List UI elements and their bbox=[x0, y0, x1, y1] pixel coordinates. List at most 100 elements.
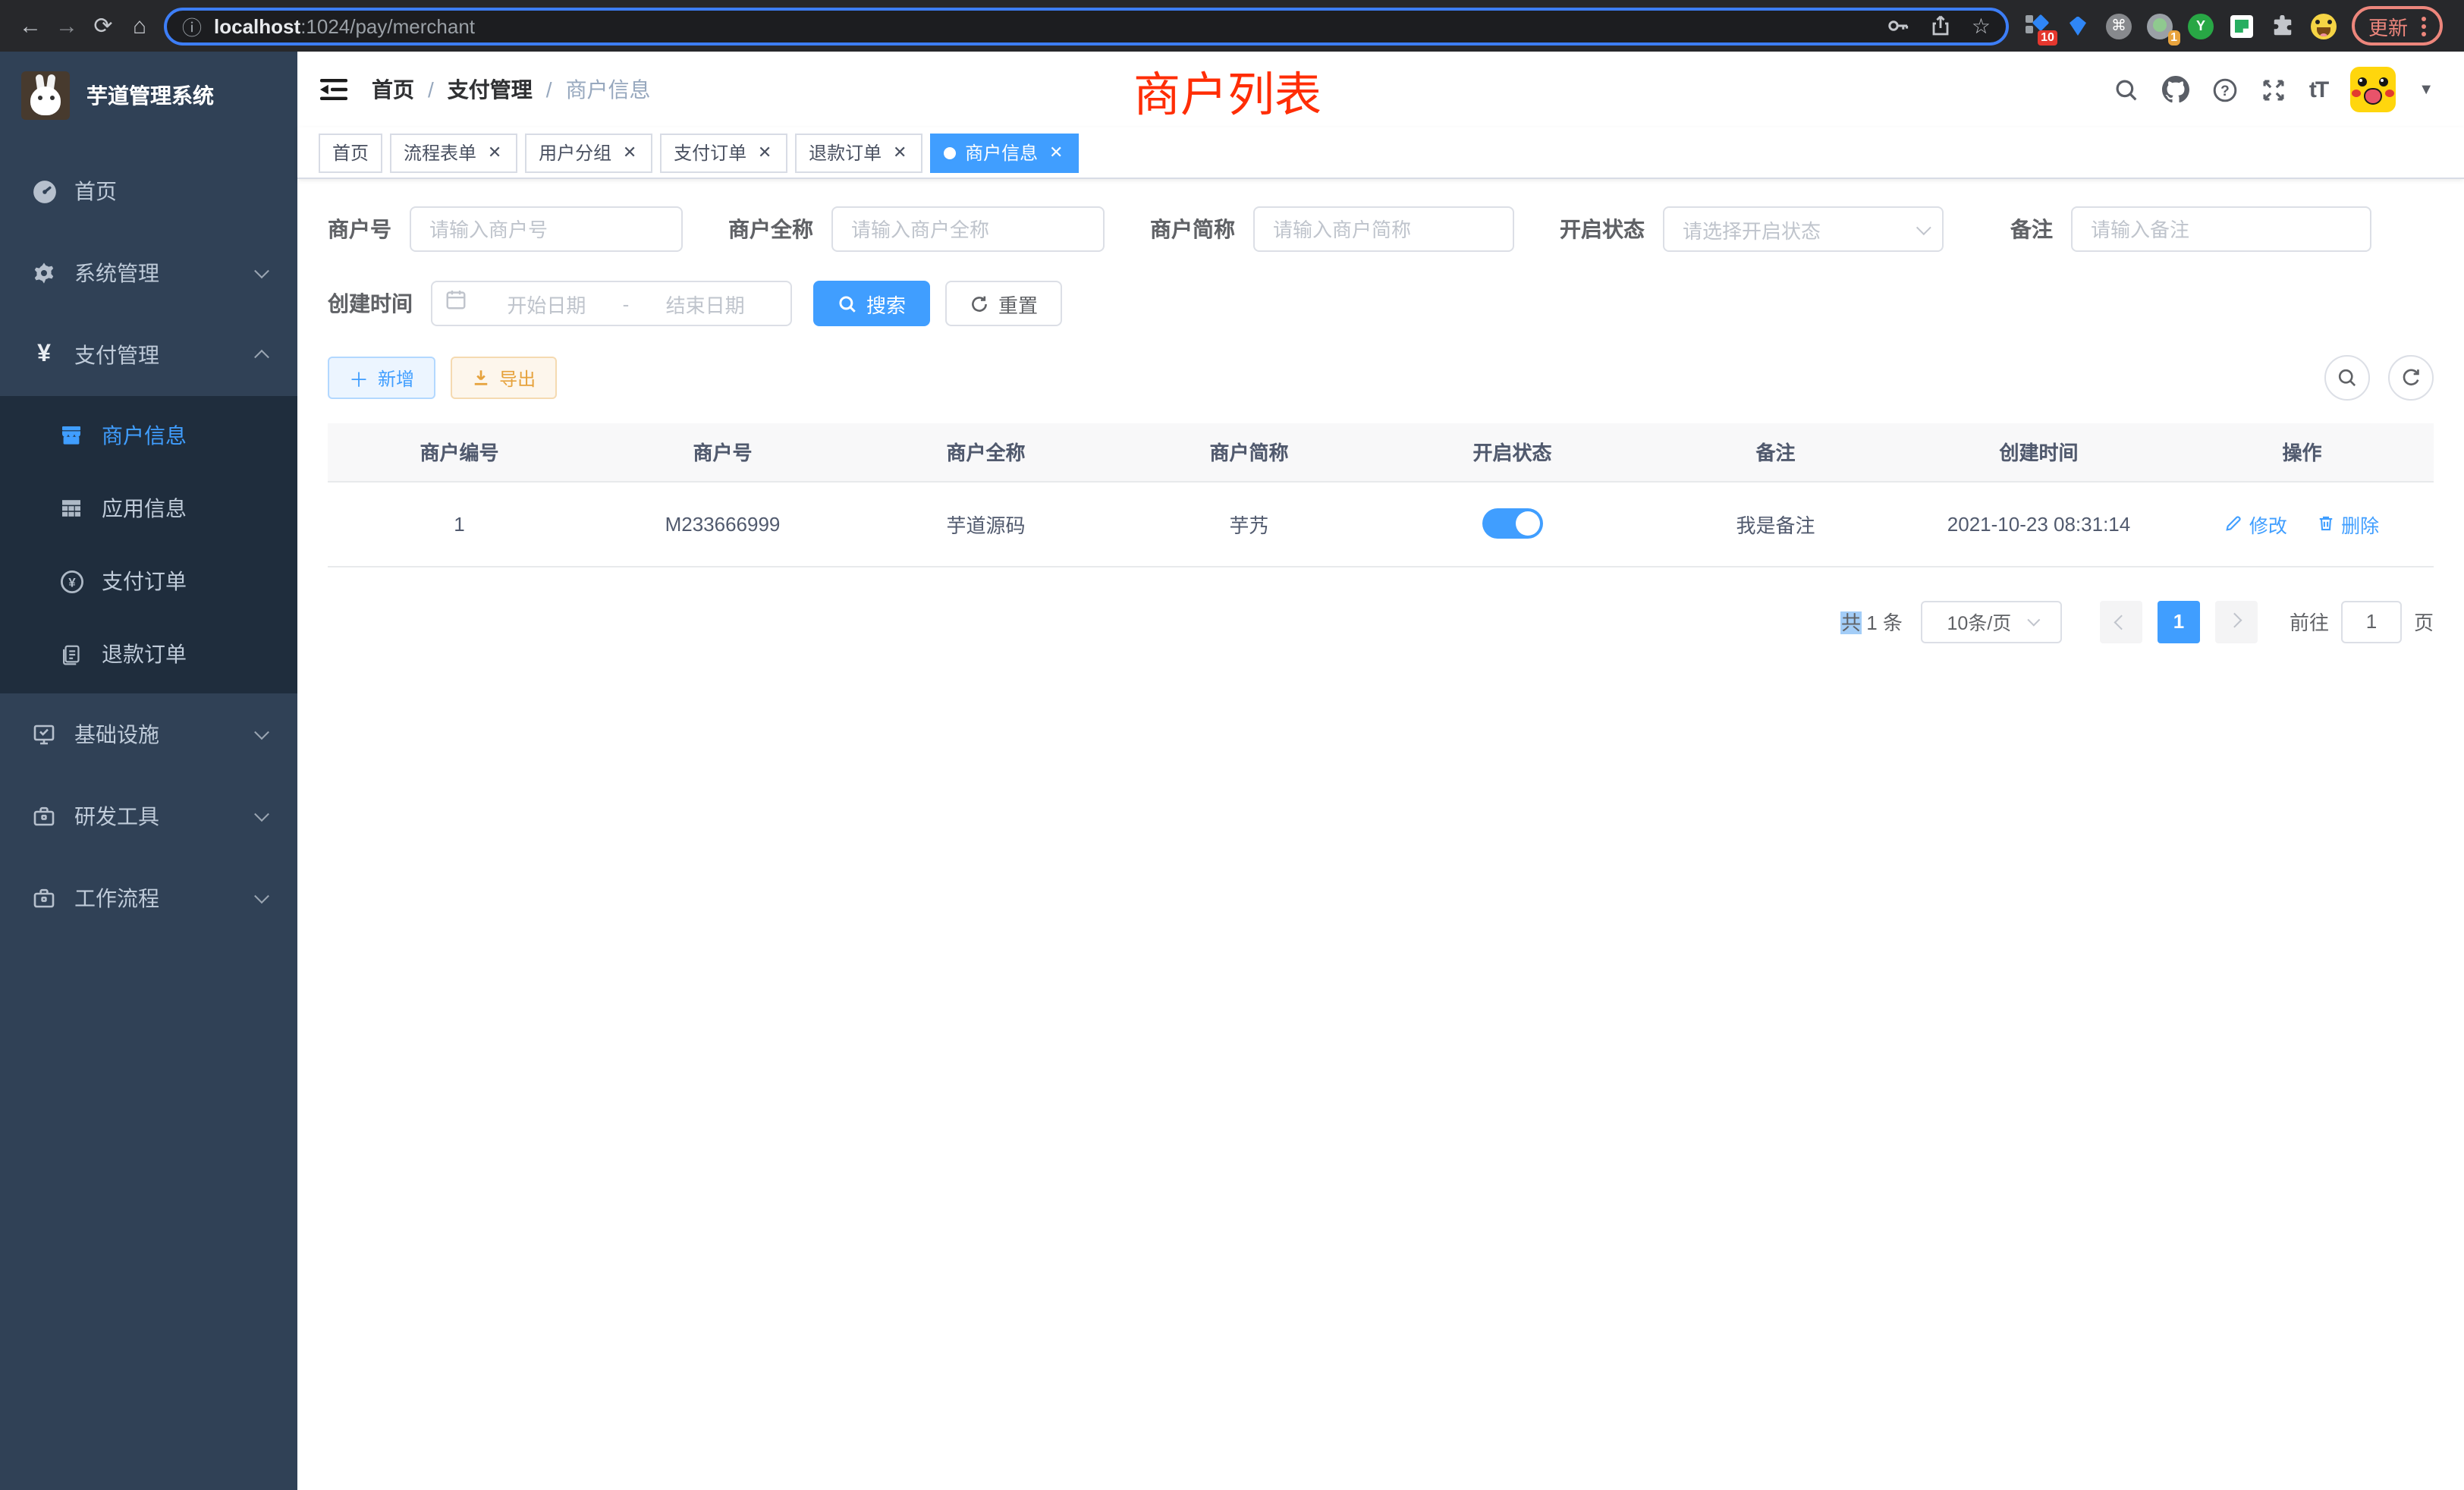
table-grid-icon bbox=[58, 496, 85, 520]
close-icon[interactable]: ✕ bbox=[486, 143, 504, 162]
page-number-1[interactable]: 1 bbox=[2158, 600, 2200, 643]
address-bar[interactable]: ⓘ localhost:1024/pay/merchant ☆ bbox=[164, 7, 2009, 45]
remark-input[interactable] bbox=[2071, 206, 2371, 252]
tags-view-bar: 首页 流程表单✕ 用户分组✕ 支付订单✕ 退款订单✕ 商户信息✕ bbox=[297, 127, 2464, 179]
active-dot bbox=[944, 146, 956, 159]
create-time-range-picker[interactable]: 开始日期 - 结束日期 bbox=[431, 281, 792, 326]
page-size-select[interactable]: 10条/页 bbox=[1921, 600, 2062, 643]
github-icon[interactable] bbox=[2162, 76, 2189, 103]
date-end-placeholder: 结束日期 bbox=[632, 289, 778, 318]
font-size-icon[interactable]: tT bbox=[2309, 77, 2327, 102]
status-toggle[interactable] bbox=[1482, 508, 1543, 539]
browser-forward-icon[interactable]: → bbox=[49, 13, 85, 39]
breadcrumb-pay[interactable]: 支付管理 bbox=[448, 74, 533, 105]
dashboard-icon bbox=[30, 178, 58, 204]
extensions-area: 10 ⌘ 1 Y 更新 bbox=[2024, 6, 2443, 46]
breadcrumb-home[interactable]: 首页 bbox=[372, 74, 414, 105]
sidebar-item-merchant-info[interactable]: 商户信息 bbox=[0, 399, 297, 472]
col-merchant-no: 商户号 bbox=[591, 423, 854, 481]
yen-circle-icon: ¥ bbox=[58, 568, 85, 594]
sidebar-item-refund-order[interactable]: 退款订单 bbox=[0, 618, 297, 690]
tab-user-group[interactable]: 用户分组✕ bbox=[525, 133, 652, 172]
add-button[interactable]: ＋ 新增 bbox=[328, 357, 435, 399]
tab-pay-order[interactable]: 支付订单✕ bbox=[660, 133, 787, 172]
sidebar-item-home[interactable]: 首页 bbox=[0, 150, 297, 232]
bookmark-star-icon[interactable]: ☆ bbox=[1972, 13, 1991, 39]
extension-kite-icon[interactable] bbox=[2065, 13, 2091, 39]
sidebar-item-workflow[interactable]: 工作流程 bbox=[0, 857, 297, 939]
prev-page-button[interactable] bbox=[2100, 600, 2142, 643]
sidebar-item-pay-order[interactable]: ¥ 支付订单 bbox=[0, 545, 297, 618]
reset-button[interactable]: 重置 bbox=[945, 281, 1062, 326]
help-icon[interactable]: ? bbox=[2212, 77, 2238, 102]
avatar-caret-icon[interactable]: ▼ bbox=[2418, 81, 2434, 98]
browser-menu-icon[interactable] bbox=[2422, 16, 2426, 36]
fullscreen-icon[interactable] bbox=[2261, 77, 2286, 102]
tab-merchant-info[interactable]: 商户信息✕ bbox=[930, 133, 1079, 172]
sidebar-collapse-icon[interactable] bbox=[320, 77, 347, 102]
sidebar-item-infra[interactable]: 基础设施 bbox=[0, 693, 297, 775]
main-content: 首页 / 支付管理 / 商户信息 商户列表 ? tT ▼ bbox=[297, 52, 2464, 1490]
password-key-icon[interactable] bbox=[1887, 14, 1911, 38]
extensions-puzzle-icon[interactable] bbox=[2270, 13, 2296, 39]
full-name-input[interactable] bbox=[831, 206, 1105, 252]
close-icon[interactable]: ✕ bbox=[756, 143, 774, 162]
extension-y-icon[interactable]: Y bbox=[2188, 13, 2214, 39]
date-separator: - bbox=[620, 292, 633, 315]
red-annotation: 商户列表 bbox=[1133, 56, 1322, 124]
browser-toolbar: ← → ⟳ ⌂ ⓘ localhost:1024/pay/merchant ☆ … bbox=[0, 0, 2464, 52]
tab-refund-order[interactable]: 退款订单✕ bbox=[795, 133, 922, 172]
next-page-button[interactable] bbox=[2215, 600, 2258, 643]
extension-avatar-icon[interactable]: 1 bbox=[2147, 13, 2173, 39]
sidebar-item-label: 应用信息 bbox=[102, 493, 187, 523]
short-name-input[interactable] bbox=[1253, 206, 1514, 252]
tab-process-form[interactable]: 流程表单✕ bbox=[390, 133, 517, 172]
search-button[interactable]: 搜索 bbox=[813, 281, 930, 326]
site-info-icon[interactable]: ⓘ bbox=[182, 11, 202, 40]
cell-status bbox=[1381, 481, 1644, 566]
extension-grid-icon[interactable]: 10 bbox=[2024, 13, 2050, 39]
update-label: 更新 bbox=[2368, 11, 2408, 40]
page-unit-label: 页 bbox=[2414, 607, 2434, 636]
sidebar-item-system[interactable]: 系统管理 bbox=[0, 232, 297, 314]
sidebar-item-pay[interactable]: ¥ 支付管理 bbox=[0, 314, 297, 396]
goto-label: 前往 bbox=[2290, 607, 2329, 636]
merchant-no-input[interactable] bbox=[410, 206, 683, 252]
close-icon[interactable]: ✕ bbox=[891, 143, 909, 162]
export-button[interactable]: 导出 bbox=[451, 357, 557, 399]
sidebar-item-devtools[interactable]: 研发工具 bbox=[0, 775, 297, 857]
edit-link[interactable]: 修改 bbox=[2225, 509, 2287, 538]
status-select[interactable]: 请选择开启状态 bbox=[1663, 206, 1944, 252]
goto-page-input[interactable] bbox=[2341, 600, 2402, 643]
extension-command-icon[interactable]: ⌘ bbox=[2106, 13, 2132, 39]
chevron-down-icon bbox=[2027, 613, 2040, 626]
col-full-name: 商户全称 bbox=[854, 423, 1117, 481]
refresh-table-button[interactable] bbox=[2388, 355, 2434, 401]
browser-back-icon[interactable]: ← bbox=[12, 13, 49, 39]
browser-update-button[interactable]: 更新 bbox=[2352, 6, 2443, 46]
user-avatar[interactable] bbox=[2350, 67, 2396, 112]
show-search-toggle-button[interactable] bbox=[2324, 355, 2370, 401]
search-icon[interactable] bbox=[2114, 77, 2139, 102]
tab-home[interactable]: 首页 bbox=[319, 133, 382, 172]
sidebar-item-app-info[interactable]: 应用信息 bbox=[0, 472, 297, 545]
app-logo[interactable]: 芋道管理系统 bbox=[0, 52, 297, 138]
share-icon[interactable] bbox=[1929, 14, 1953, 38]
create-time-label: 创建时间 bbox=[328, 288, 413, 319]
breadcrumb: 首页 / 支付管理 / 商户信息 bbox=[372, 74, 651, 105]
delete-link[interactable]: 删除 bbox=[2317, 509, 2379, 538]
table-toolbar: ＋ 新增 导出 bbox=[328, 355, 2434, 401]
close-icon[interactable]: ✕ bbox=[621, 143, 639, 162]
profile-emoji-icon[interactable] bbox=[2311, 13, 2337, 39]
close-icon[interactable]: ✕ bbox=[1047, 143, 1065, 162]
app-title: 芋道管理系统 bbox=[86, 80, 214, 111]
chevron-down-icon bbox=[254, 263, 269, 278]
browser-reload-icon[interactable]: ⟳ bbox=[85, 12, 121, 39]
plus-icon: ＋ bbox=[349, 363, 369, 392]
browser-home-icon[interactable]: ⌂ bbox=[121, 13, 158, 39]
extension-doc-icon[interactable] bbox=[2229, 13, 2255, 39]
sidebar-item-label: 系统管理 bbox=[74, 258, 159, 288]
breadcrumb-current: 商户信息 bbox=[566, 74, 651, 105]
col-create-time: 创建时间 bbox=[1907, 423, 2170, 481]
chevron-down-icon bbox=[254, 806, 269, 822]
